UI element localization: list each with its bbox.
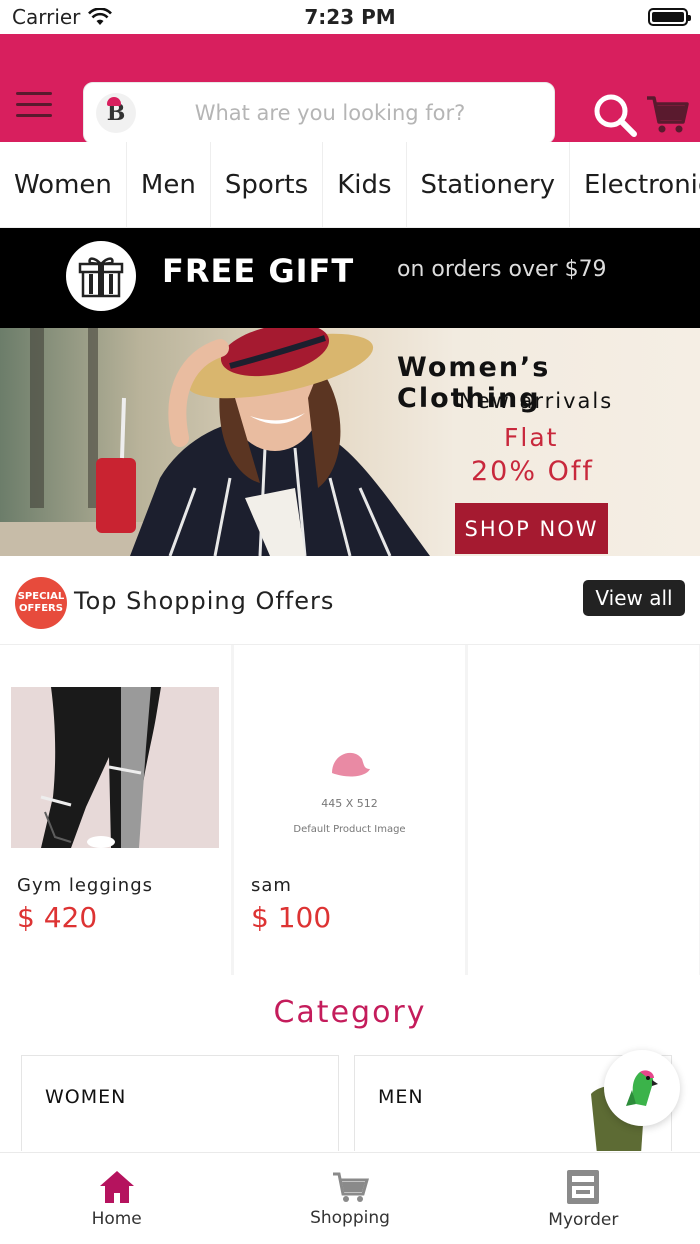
banner-flat: Flat: [504, 423, 559, 452]
cart-icon: [332, 1172, 369, 1202]
parrot-icon: [626, 1070, 658, 1106]
order-box-icon: [567, 1169, 600, 1204]
product-name: Gym leggings: [17, 875, 153, 896]
category-tab-kids[interactable]: Kids: [323, 142, 407, 227]
free-gift-banner[interactable]: FREE GIFT on orders over $79: [0, 228, 700, 328]
nav-shopping-label: Shopping: [310, 1207, 390, 1228]
model-photo: [96, 328, 430, 556]
category-tab-sports[interactable]: Sports: [211, 142, 324, 227]
shop-now-button[interactable]: SHOP NOW: [455, 503, 608, 554]
product-image: [11, 687, 219, 848]
banner-discount: 20% Off: [471, 456, 594, 487]
product-name: sam: [251, 875, 292, 896]
product-price: $ 100: [251, 901, 332, 934]
image-dims: 445 X 512: [321, 797, 378, 810]
special-offers-badge: SPECIAL OFFERS: [15, 577, 67, 629]
product-card[interactable]: Gym leggings $ 420: [0, 645, 231, 975]
bottom-nav: Home Shopping Myorder: [0, 1152, 700, 1244]
nav-home-label: Home: [91, 1208, 142, 1229]
category-tab-women[interactable]: Women: [0, 142, 127, 227]
gift-icon-circle: [66, 241, 136, 311]
menu-icon[interactable]: [16, 92, 52, 118]
status-time: 7:23 PM: [304, 5, 396, 29]
search-input[interactable]: [136, 83, 554, 143]
badge-line-2: OFFERS: [19, 603, 63, 614]
default-product-image: 445 X 512 Default Product Image: [234, 745, 465, 835]
category-card-label: MEN: [378, 1086, 424, 1108]
category-strip: Women Men Sports Kids Stationery Electro…: [0, 142, 700, 228]
banner-bg-tree: [30, 328, 44, 508]
category-section: Category WOMEN MEN: [0, 985, 700, 1151]
home-icon: [99, 1170, 134, 1203]
badge-line-1: SPECIAL: [17, 591, 65, 602]
hat-icon: [107, 97, 121, 106]
search-bar[interactable]: B: [83, 82, 555, 144]
product-card-empty: [468, 645, 699, 975]
view-all-button[interactable]: View all: [583, 580, 685, 616]
nav-myorder-label: Myorder: [548, 1209, 619, 1230]
app-header: B: [0, 34, 700, 144]
offers-title: Top Shopping Offers: [74, 587, 335, 615]
product-price: $ 420: [17, 901, 98, 934]
battery-icon: [648, 8, 691, 26]
nav-home[interactable]: Home: [0, 1153, 233, 1244]
category-title: Category: [273, 995, 427, 1030]
promo-subtitle: on orders over $79: [397, 257, 607, 282]
image-default-label: Default Product Image: [293, 824, 406, 835]
nav-shopping[interactable]: Shopping: [233, 1153, 466, 1244]
banner-subtitle: New arrivals: [459, 389, 614, 413]
gift-icon: [78, 257, 124, 298]
offers-header: SPECIAL OFFERS Top Shopping Offers View a…: [0, 563, 700, 645]
product-card[interactable]: 445 X 512 Default Product Image sam $ 10…: [234, 645, 465, 975]
brand-logo: B: [96, 93, 136, 133]
category-tab-stationery[interactable]: Stationery: [407, 142, 571, 227]
category-tab-men[interactable]: Men: [127, 142, 211, 227]
promo-title: FREE GIFT: [162, 252, 355, 290]
category-tab-electronics[interactable]: Electronics: [570, 142, 700, 227]
hero-banner[interactable]: Women’s Clothing New arrivals Flat 20% O…: [0, 328, 700, 556]
search-icon[interactable]: [592, 92, 638, 138]
hat-icon: [331, 752, 370, 777]
cart-icon[interactable]: [645, 92, 689, 136]
product-carousel: Gym leggings $ 420 445 X 512 Default Pro…: [0, 645, 700, 975]
leggings-photo: [40, 687, 161, 848]
chat-bot-button[interactable]: [604, 1050, 680, 1126]
status-bar: Carrier 7:23 PM: [0, 0, 700, 34]
category-card-women[interactable]: WOMEN: [21, 1055, 339, 1151]
category-card-label: WOMEN: [45, 1086, 127, 1108]
nav-myorder[interactable]: Myorder: [467, 1153, 700, 1244]
